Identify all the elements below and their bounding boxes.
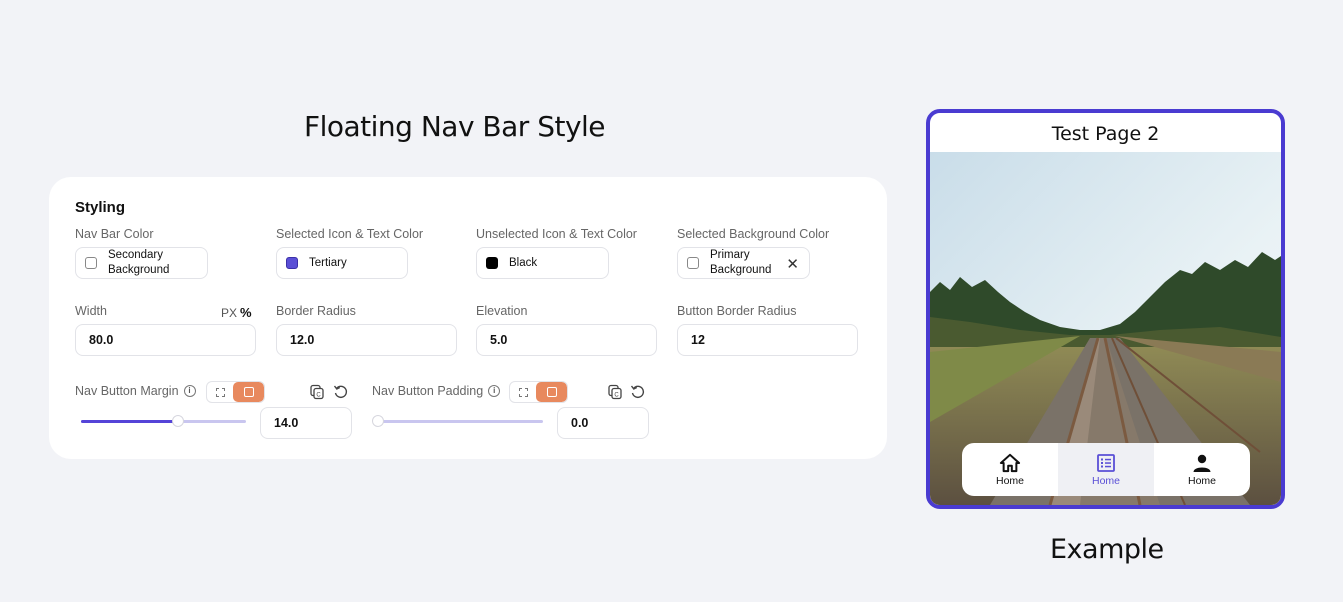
selected-icon-color-label: Selected Icon & Text Color <box>276 227 424 241</box>
individual-sides-icon <box>215 387 225 397</box>
nav-button-margin-input[interactable]: 14.0 <box>260 407 352 439</box>
uniform-sides-icon <box>243 387 254 397</box>
page-title: Floating Nav Bar Style <box>304 110 606 143</box>
nav-bar-color-label: Nav Bar Color <box>75 227 154 241</box>
selected-icon-color-value: Tertiary <box>309 256 347 269</box>
nav-button-margin-label: Nav Button Margin <box>75 384 179 398</box>
unit-percent[interactable]: % <box>240 305 252 320</box>
border-radius-input[interactable]: 12.0 <box>276 324 457 356</box>
copy-icon[interactable]: C <box>607 384 623 400</box>
nav-item-label: Home <box>1091 474 1120 487</box>
clear-icon[interactable]: ✕ <box>786 255 799 273</box>
preview-frame: Test Page 2 Home Home Home <box>926 109 1285 509</box>
margin-mode-individual[interactable] <box>207 382 233 402</box>
selected-icon-color-selector[interactable]: Tertiary <box>276 247 408 279</box>
border-radius-label: Border Radius <box>276 304 356 318</box>
margin-mode-uniform[interactable] <box>233 382 264 402</box>
nav-item-label: Home <box>1187 474 1216 487</box>
padding-mode-individual[interactable] <box>510 382 536 402</box>
selected-background-color-value: Primary Background <box>710 249 772 276</box>
black-swatch <box>486 257 498 269</box>
selected-background-color-selector[interactable]: Primary Background ✕ <box>677 247 810 279</box>
copy-icon[interactable]: C <box>309 384 325 400</box>
slider-thumb[interactable] <box>172 415 185 427</box>
home-icon <box>999 453 1021 472</box>
slider-thumb[interactable] <box>372 415 384 427</box>
margin-mode-toggle[interactable] <box>206 381 265 403</box>
panel-heading: Styling <box>75 199 126 216</box>
unit-px[interactable]: PX <box>221 306 237 320</box>
elevation-input[interactable]: 5.0 <box>476 324 657 356</box>
preview-page-title: Test Page 2 <box>1051 123 1160 145</box>
padding-mode-toggle[interactable] <box>509 381 568 403</box>
nav-item-label: Home <box>995 474 1024 487</box>
width-label: Width <box>75 304 107 318</box>
nav-bar-color-value: Secondary Background <box>108 249 170 276</box>
unselected-icon-color-value: Black <box>509 256 538 269</box>
nav-bar-color-selector[interactable]: Secondary Background <box>75 247 208 279</box>
reset-icon[interactable] <box>630 384 646 400</box>
nav-item-home[interactable]: Home <box>962 443 1058 496</box>
styling-panel: Styling Nav Bar Color Secondary Backgrou… <box>49 177 887 459</box>
width-input[interactable]: 80.0 <box>75 324 256 356</box>
selected-background-color-label: Selected Background Color <box>677 227 830 241</box>
svg-text:C: C <box>316 393 321 399</box>
slider-fill <box>81 420 179 423</box>
selected-background-swatch <box>687 257 699 269</box>
nav-button-margin-slider[interactable] <box>81 415 246 427</box>
button-border-radius-input[interactable]: 12 <box>677 324 858 356</box>
info-icon[interactable]: i <box>488 385 501 397</box>
nav-button-margin-label-group: Nav Button Margin i <box>75 384 196 398</box>
nav-item-list[interactable]: Home <box>1058 443 1154 496</box>
nav-button-padding-slider[interactable] <box>372 415 543 427</box>
unselected-icon-color-label: Unselected Icon & Text Color <box>476 227 637 241</box>
reset-icon[interactable] <box>333 384 349 400</box>
list-icon <box>1097 453 1115 472</box>
nav-button-padding-input[interactable]: 0.0 <box>557 407 649 439</box>
nav-bar-color-swatch <box>85 257 97 269</box>
padding-mode-uniform[interactable] <box>536 382 567 402</box>
tertiary-swatch <box>286 257 298 269</box>
unselected-icon-color-selector[interactable]: Black <box>476 247 609 279</box>
button-border-radius-label: Button Border Radius <box>677 304 797 318</box>
svg-text:C: C <box>614 393 619 399</box>
individual-sides-icon <box>518 387 528 397</box>
width-unit-toggle[interactable]: PX% <box>221 305 252 320</box>
floating-nav-bar: Home Home Home <box>962 443 1250 496</box>
nav-item-profile[interactable]: Home <box>1154 443 1250 496</box>
person-icon <box>1193 454 1211 472</box>
nav-button-padding-label-group: Nav Button Padding i <box>372 384 501 398</box>
uniform-sides-icon <box>546 387 557 397</box>
elevation-label: Elevation <box>476 304 528 318</box>
example-caption: Example <box>1050 534 1164 565</box>
info-icon[interactable]: i <box>183 385 196 397</box>
nav-button-padding-label: Nav Button Padding <box>372 384 484 398</box>
